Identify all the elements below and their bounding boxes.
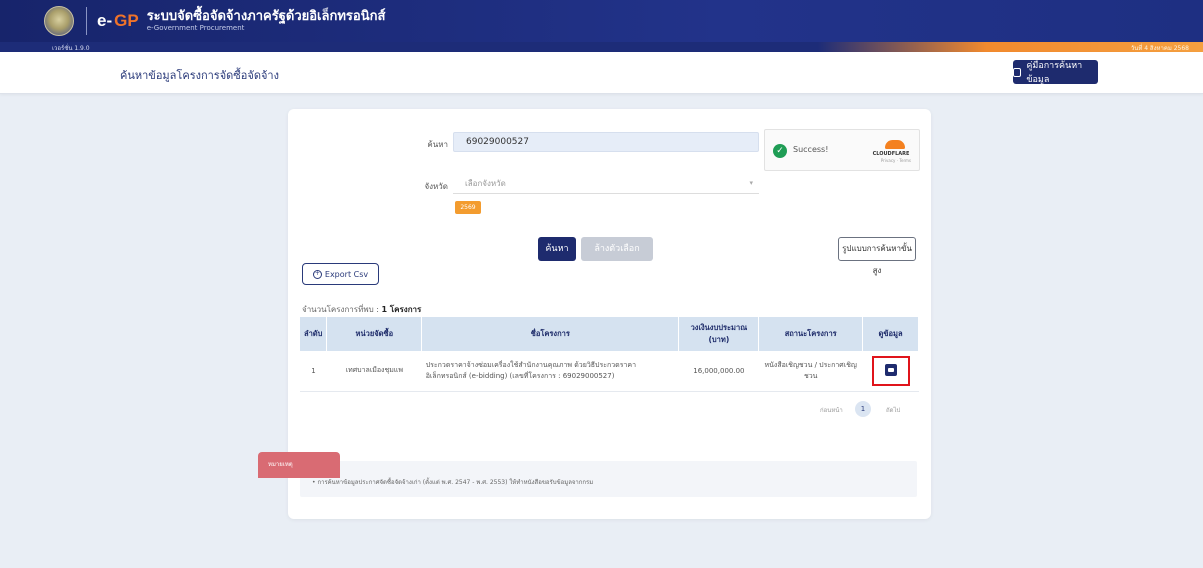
- cloudflare-logo: CLOUDFLARE Privacy · Terms: [871, 138, 911, 164]
- col-header-project-name: ชื่อโครงการ: [421, 317, 680, 351]
- logo-e: e-: [97, 11, 113, 30]
- next-page-button[interactable]: ถัดไป: [886, 405, 900, 415]
- sub-header: ค้นหาข้อมูลโครงการจัดซื้อจัดจ้าง คู่มือก…: [0, 52, 1203, 94]
- col-header-view: ดูข้อมูล: [862, 317, 919, 351]
- cell-agency: เทศบาลเมืองชุมแพ: [326, 351, 422, 392]
- prev-page-button[interactable]: ก่อนหน้า: [820, 405, 843, 415]
- top-header: e- GP ระบบจัดซื้อจัดจ้างภาครัฐด้วยอิเล็ก…: [0, 0, 1203, 42]
- result-count-value: 1 โครงการ: [381, 305, 422, 314]
- highlight-box: [872, 356, 910, 386]
- notice-tag: หมายเหตุ: [258, 452, 340, 478]
- search-input[interactable]: 69029000527: [453, 132, 759, 152]
- page-number-button[interactable]: 1: [855, 401, 871, 417]
- export-csv-button[interactable]: + Export Csv: [302, 263, 379, 285]
- version-bar: เวอร์ชั่น 1.9.0 วันที่ 4 สิงหาคม 2568: [0, 42, 1203, 52]
- advanced-search-button[interactable]: รูปแบบการค้นหาขั้นสูง: [838, 237, 916, 275]
- notice-box: • การค้นหาข้อมูลประกาศจัดซื้อจัดจ้างเก่า…: [300, 461, 917, 497]
- col-header-status: สถานะโครงการ: [758, 317, 864, 351]
- chevron-down-icon: ▾: [749, 179, 753, 187]
- col-header-agency: หน่วยจัดซื้อ: [326, 317, 423, 351]
- manual-button[interactable]: คู่มือการค้นหาข้อมูล: [1013, 60, 1098, 85]
- col-header-budget: วงเงินงบประมาณ (บาท): [678, 317, 760, 351]
- header-title-block: ระบบจัดซื้อจัดจ้างภาครัฐด้วยอิเล็กทรอนิก…: [147, 9, 386, 33]
- search-card: ค้นหา 69029000527 ✓ Success! CLOUDFLARE …: [288, 109, 931, 519]
- cell-project-name: ประกวดราคาจ้างซ่อมเครื่องใช้สำนักงานคุณภ…: [421, 351, 679, 392]
- cloud-icon: [885, 140, 905, 149]
- province-placeholder: เลือกจังหวัด: [465, 179, 506, 188]
- result-count-prefix: จำนวนโครงการที่พบ :: [302, 305, 382, 314]
- check-icon: ✓: [773, 144, 787, 158]
- government-emblem-icon: [44, 6, 74, 36]
- cell-budget: 16,000,000.00: [678, 351, 759, 392]
- export-csv-label: Export Csv: [324, 269, 369, 279]
- egp-logo[interactable]: e- GP: [97, 11, 139, 31]
- cell-no: 1: [300, 351, 327, 392]
- province-select[interactable]: เลือกจังหวัด ▾: [453, 174, 759, 194]
- clear-button[interactable]: ล้างตัวเลือก: [581, 237, 653, 261]
- notice-text: • การค้นหาข้อมูลประกาศจัดซื้อจัดจ้างเก่า…: [312, 479, 594, 486]
- cell-status: หนังสือเชิญชวน / ประกาศเชิญชวน: [758, 351, 863, 392]
- header-subtitle: e-Government Procurement: [146, 24, 245, 32]
- search-label: ค้นหา: [427, 140, 448, 149]
- province-label: จังหวัด: [424, 182, 448, 191]
- cloudflare-brand: CLOUDFLARE: [872, 151, 910, 157]
- year-tag[interactable]: 2569: [455, 201, 481, 214]
- book-icon: [1013, 67, 1022, 77]
- captcha-widget[interactable]: ✓ Success! CLOUDFLARE Privacy · Terms: [764, 129, 920, 171]
- manual-button-label: คู่มือการค้นหาข้อมูล: [1026, 61, 1083, 85]
- captcha-links[interactable]: Privacy · Terms: [871, 158, 911, 163]
- export-icon: +: [312, 269, 322, 279]
- header-title: ระบบจัดซื้อจัดจ้างภาครัฐด้วยอิเล็กทรอนิก…: [146, 9, 386, 24]
- col-header-no: ลำดับ: [300, 317, 328, 351]
- logo-gp: GP: [114, 11, 139, 30]
- table-row: 1 เทศบาลเมืองชุมแพ ประกวดราคาจ้างซ่อมเคร…: [300, 351, 919, 392]
- captcha-status: Success!: [793, 145, 829, 154]
- pagination: ก่อนหน้า 1 ถัดไป: [804, 401, 920, 417]
- results-table: ลำดับ หน่วยจัดซื้อ ชื่อโครงการ วงเงินงบป…: [300, 317, 919, 392]
- header-divider: [86, 7, 87, 35]
- search-button[interactable]: ค้นหา: [538, 237, 576, 261]
- table-header-row: ลำดับ หน่วยจัดซื้อ ชื่อโครงการ วงเงินงบป…: [300, 317, 919, 351]
- result-count: จำนวนโครงการที่พบ : 1 โครงการ: [302, 303, 421, 316]
- page-title: ค้นหาข้อมูลโครงการจัดซื้อจัดจ้าง: [120, 69, 279, 82]
